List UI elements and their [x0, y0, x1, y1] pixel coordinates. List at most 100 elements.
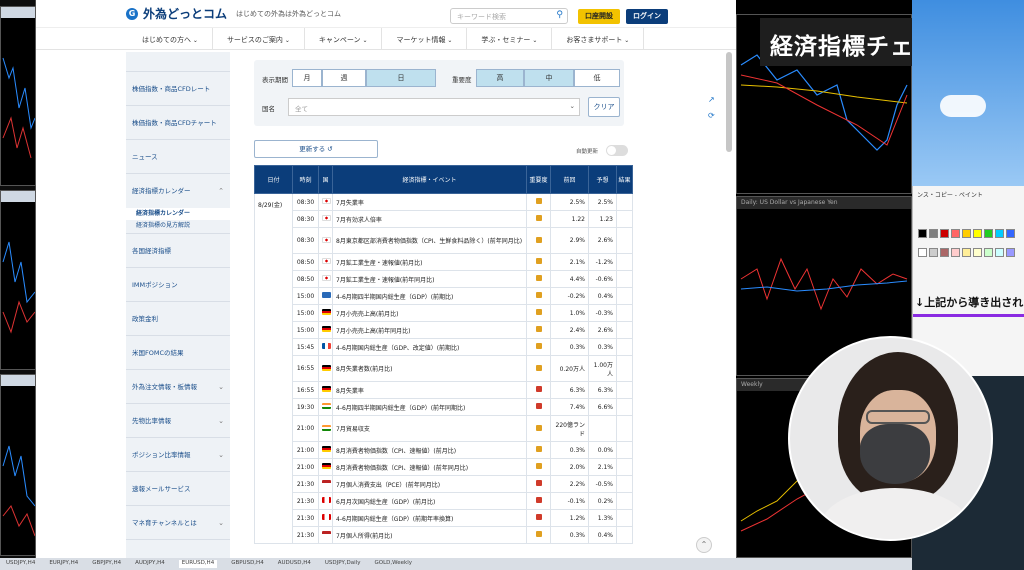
color-palette[interactable] — [917, 224, 1021, 262]
mt4-tab[interactable]: GBPUSD,H4 — [231, 560, 264, 568]
scroll-top-button[interactable]: ⌃ — [696, 537, 712, 553]
time-cell: 21:30 — [292, 509, 319, 527]
sidebar: 株価指数・商品CFDレート 株価指数・商品CFDチャート ニュース 経済指標カレ… — [126, 52, 230, 558]
sidebar-item-position-ratio[interactable]: ポジション比率情報 ⌄ — [126, 438, 230, 472]
nav-services[interactable]: サービスのご案内 — [213, 28, 305, 49]
table-row: 21:30 6月月次国内総生産（GDP）(前月比) -0.1% 0.2% — [255, 492, 633, 510]
sidebar-item-policy-rate[interactable]: 政策金利 — [126, 302, 230, 336]
importance-cell — [526, 381, 551, 399]
time-cell: 21:00 — [292, 415, 319, 442]
importance-icon — [535, 480, 542, 486]
table-row: 21:30 4-6月期国内総生産（GDP）(前期年率換算) 1.2% 1.3% — [255, 509, 633, 527]
sidebar-item-fomc[interactable]: 米国FOMCの結果 — [126, 336, 230, 370]
period-week-tab[interactable]: 週 — [322, 69, 366, 87]
mt4-tab[interactable]: EURJPY,H4 — [49, 560, 78, 568]
forecast-cell: 2.6% — [588, 321, 617, 339]
period-month-tab[interactable]: 月 — [292, 69, 322, 87]
table-header: 予想 — [588, 165, 617, 194]
importance-icon — [535, 275, 542, 281]
flag-cell — [318, 526, 333, 544]
clear-button[interactable]: クリア — [588, 97, 620, 117]
sidebar-item-news[interactable]: ニュース — [126, 140, 230, 174]
mt4-left-panel — [0, 0, 36, 570]
open-account-button[interactable]: 口座開設 — [578, 9, 620, 24]
mt4-tab[interactable]: EURUSD,H4 — [178, 560, 218, 568]
nav-market-info[interactable]: マーケット情報 — [382, 28, 468, 49]
flag-cell — [318, 381, 333, 399]
flag-cell — [318, 355, 333, 382]
fr-flag-icon — [322, 343, 331, 349]
period-day-tab[interactable]: 日 — [366, 69, 436, 87]
sidebar-item-order-book[interactable]: 外為注文情報・板情報 ⌄ — [126, 370, 230, 404]
update-button[interactable]: 更新する ↺ — [254, 140, 378, 158]
site-logo[interactable]: G 外為どっとコム はじめての外為は外為どっとコム — [126, 5, 341, 22]
importance-cell — [526, 415, 551, 442]
time-cell: 21:00 — [292, 458, 319, 476]
sidebar-item-futures-ratio[interactable]: 先物比率情報 ⌄ — [126, 404, 230, 438]
result-cell — [616, 509, 633, 527]
importance-mid-tab[interactable]: 中 — [524, 69, 574, 87]
sidebar-item-maneiku[interactable]: マネ育チャンネルとは ⌄ — [126, 506, 230, 540]
glasses-icon — [866, 410, 930, 424]
nav-support[interactable]: お客さまサポート — [552, 28, 645, 49]
previous-cell: 0.3% — [550, 441, 589, 459]
importance-icon — [535, 309, 542, 315]
event-cell: 7月鉱工業生産・速報値(前年同月比) — [332, 270, 527, 288]
in-flag-icon — [322, 403, 331, 409]
auto-update-label: 自動更新 — [576, 149, 599, 155]
paint-divider — [913, 314, 1024, 317]
event-cell: 4-6月期四半期国内総生産（GDP）(前期比) — [332, 287, 527, 305]
us-flag-icon — [322, 480, 331, 486]
auto-update-toggle[interactable] — [606, 145, 628, 156]
time-cell: 08:50 — [292, 253, 319, 271]
sidebar-item-cfd-rate[interactable]: 株価指数・商品CFDレート — [126, 72, 230, 106]
time-cell: 21:30 — [292, 492, 319, 510]
result-cell — [616, 321, 633, 339]
browser-side-icons[interactable]: ↗ ⟳ — [708, 92, 715, 124]
mt4-tab[interactable]: USDJPY,Daily — [325, 560, 361, 568]
mt4-tab[interactable]: AUDUSD,H4 — [278, 560, 311, 568]
mini-chart-2 — [0, 190, 36, 370]
previous-cell: 1.2% — [550, 509, 589, 527]
result-cell — [616, 227, 633, 254]
sidebar-item-mail-service[interactable]: 速報メールサービス — [126, 472, 230, 506]
result-cell — [616, 304, 633, 322]
event-cell: 7月有効求人倍率 — [332, 210, 527, 228]
logo-mark-icon: G — [126, 7, 138, 20]
nav-campaign[interactable]: キャンペーン — [305, 28, 383, 49]
sidebar-subitem-calendar[interactable]: 経済指標カレンダー — [126, 208, 230, 220]
event-cell: 6月月次国内総生産（GDP）(前月比) — [332, 492, 527, 510]
login-button[interactable]: ログイン — [626, 9, 668, 24]
importance-cell — [526, 287, 551, 305]
nav-beginners[interactable]: はじめての方へ — [128, 28, 213, 49]
mini-chart-3 — [0, 374, 36, 556]
mt4-tab[interactable]: AUDJPY,H4 — [135, 560, 165, 568]
time-cell: 15:45 — [292, 338, 319, 356]
sidebar-item-imm[interactable]: IMMポジション — [126, 268, 230, 302]
table-header: 結果 — [616, 165, 633, 194]
table-row: 15:00 7月小売売上高(前月比) 1.0% -0.3% — [255, 304, 633, 322]
previous-cell: 2.2% — [550, 475, 589, 493]
event-cell: 8月失業率 — [332, 381, 527, 399]
event-cell: 4-6月期国内総生産（GDP、改定値）(前期比) — [332, 338, 527, 356]
country-select[interactable]: 全て ⌄ — [288, 98, 580, 116]
sidebar-subitem-guide[interactable]: 経済指標の見方解説 — [126, 220, 230, 234]
table-row: 8/29(金) 08:30 7月失業率 2.5% 2.5% — [254, 193, 633, 544]
jp-flag-icon — [322, 258, 331, 264]
flag-cell — [318, 253, 333, 271]
importance-high-tab[interactable]: 高 — [476, 69, 524, 87]
mt4-tab[interactable]: GOLD,Weekly — [374, 560, 412, 568]
mt4-tab[interactable]: GBPJPY,H4 — [92, 560, 121, 568]
table-row: 16:55 8月失業者数(前月比) 0.20万人 1.00万人 — [255, 355, 633, 382]
mt4-tab[interactable]: USDJPY,H4 — [6, 560, 35, 568]
importance-low-tab[interactable]: 低 — [574, 69, 620, 87]
nav-learn-seminar[interactable]: 学ぶ・セミナー — [467, 28, 553, 49]
page-scrollbar[interactable] — [726, 52, 732, 152]
sidebar-item-cfd-chart[interactable]: 株価指数・商品CFDチャート — [126, 106, 230, 140]
importance-cell — [526, 338, 551, 356]
search-input[interactable]: キーワード検索 ⚲ — [450, 8, 568, 24]
sidebar-item-country-indicators[interactable]: 各国経済指標 — [126, 234, 230, 268]
event-cell: 4-6月期国内総生産（GDP）(前期年率換算) — [332, 509, 527, 527]
previous-cell: 0.20万人 — [550, 355, 589, 382]
sidebar-item-calendar[interactable]: 経済指標カレンダー ⌃ — [126, 174, 230, 208]
